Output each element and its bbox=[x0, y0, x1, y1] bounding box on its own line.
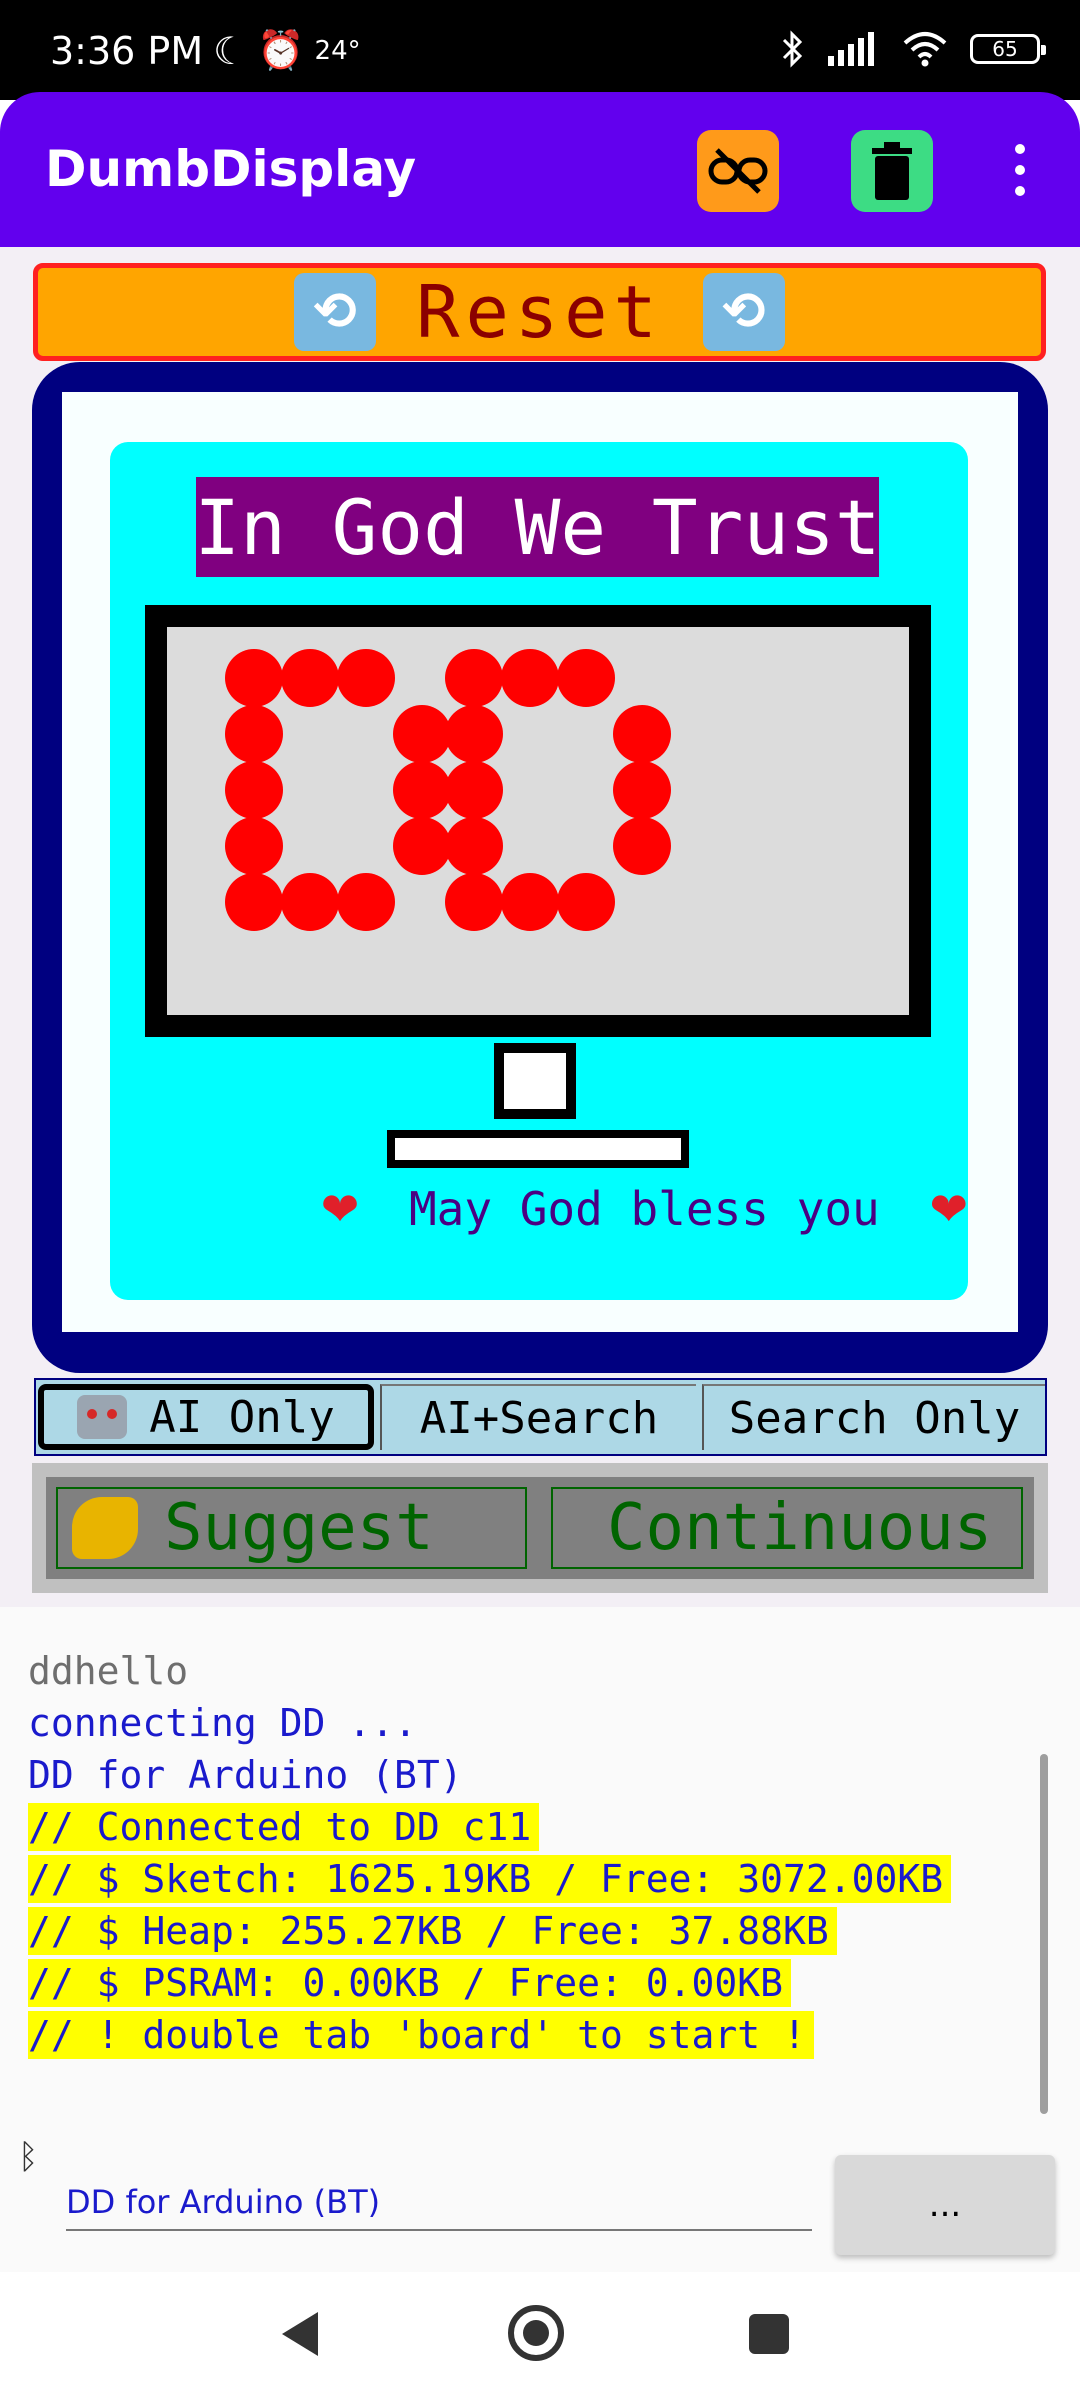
refresh-icon: ⟲ bbox=[702, 273, 785, 351]
led-dot bbox=[613, 761, 671, 819]
mode-ai-only[interactable]: AI Only bbox=[38, 1384, 374, 1450]
led-dot bbox=[557, 873, 615, 931]
log-line: // $ PSRAM: 0.00KB / Free: 0.00KB bbox=[28, 1959, 791, 2007]
reset-label: Reset bbox=[416, 270, 663, 354]
mode-search-only-label: Search Only bbox=[728, 1392, 1021, 1444]
input-row: ᛒ ... bbox=[0, 2127, 1080, 2272]
monitor-neck bbox=[494, 1043, 576, 1119]
recents-icon[interactable] bbox=[749, 2314, 789, 2354]
led-dot bbox=[281, 649, 339, 707]
continuous-label: Continuous bbox=[607, 1491, 993, 1565]
refresh-icon: ⟲ bbox=[294, 273, 377, 351]
app-title: DumbDisplay bbox=[45, 140, 417, 198]
led-dot bbox=[445, 649, 503, 707]
flexed-arm-icon bbox=[72, 1497, 138, 1559]
navigation-bar bbox=[0, 2272, 1080, 2400]
led-dot bbox=[225, 817, 283, 875]
log-line: // ! double tab 'board' to start ! bbox=[28, 2011, 814, 2059]
display-frame: In God We Trust ❤ May God bless you ❤ bbox=[32, 362, 1048, 1373]
connection-field[interactable] bbox=[66, 2175, 812, 2231]
display-frame-inner: In God We Trust ❤ May God bless you ❤ bbox=[62, 392, 1018, 1332]
led-dot bbox=[225, 649, 283, 707]
led-dot bbox=[445, 705, 503, 763]
blessing-text: May God bless you bbox=[408, 1182, 880, 1236]
mode-selector: AI Only AI+Search Search Only bbox=[34, 1378, 1047, 1456]
led-dot bbox=[613, 705, 671, 763]
mode-ai-search[interactable]: AI+Search bbox=[380, 1384, 696, 1450]
log-line: ddhello bbox=[28, 1649, 189, 1693]
blessing-line: ❤ May God bless you ❤ bbox=[110, 1182, 968, 1236]
home-icon[interactable] bbox=[508, 2305, 564, 2361]
led-dot bbox=[501, 649, 559, 707]
led-dot bbox=[393, 705, 451, 763]
app-bar: DumbDisplay bbox=[0, 92, 1080, 247]
led-dot bbox=[445, 817, 503, 875]
disconnect-link-button[interactable] bbox=[697, 130, 779, 212]
log-scrollbar[interactable] bbox=[1040, 1754, 1048, 2114]
clear-log-button[interactable] bbox=[851, 130, 933, 212]
log-line: connecting DD ... bbox=[28, 1701, 417, 1745]
suggest-button[interactable]: Suggest bbox=[56, 1487, 527, 1569]
link-off-icon bbox=[708, 148, 768, 194]
mode-search-only[interactable]: Search Only bbox=[702, 1384, 1045, 1450]
bluetooth-icon: ᛒ bbox=[18, 2137, 39, 2177]
led-dot bbox=[557, 649, 615, 707]
led-dot bbox=[225, 705, 283, 763]
led-dot bbox=[337, 873, 395, 931]
led-dot bbox=[225, 873, 283, 931]
banner-text: In God We Trust bbox=[194, 477, 881, 577]
overflow-menu-button[interactable] bbox=[1000, 144, 1040, 204]
led-dot bbox=[445, 873, 503, 931]
back-icon[interactable] bbox=[282, 2312, 318, 2356]
display-panel[interactable]: In God We Trust ❤ May God bless you ❤ bbox=[110, 442, 968, 1300]
led-dot bbox=[281, 873, 339, 931]
alarm-icon: ⏰ bbox=[257, 28, 305, 72]
wifi-icon bbox=[903, 32, 947, 67]
heart-icon: ❤ bbox=[929, 1182, 968, 1236]
led-dot bbox=[225, 761, 283, 819]
led-dot bbox=[501, 873, 559, 931]
battery-level: 65 bbox=[992, 37, 1018, 61]
robot-icon bbox=[77, 1395, 128, 1439]
bluetooth-icon bbox=[782, 30, 803, 68]
heart-icon: ❤ bbox=[320, 1182, 360, 1236]
status-time: 3:36 PM bbox=[50, 28, 204, 73]
led-dot bbox=[337, 649, 395, 707]
log-line: // $ Heap: 255.27KB / Free: 37.88KB bbox=[28, 1907, 837, 1955]
log-line: DD for Arduino (BT) bbox=[28, 1753, 463, 1797]
reset-button[interactable]: ⟲ Reset ⟲ bbox=[33, 263, 1046, 361]
led-dot bbox=[445, 761, 503, 819]
status-bar: 3:36 PM ☾ ⏰ 24° 65 bbox=[0, 0, 1080, 100]
moon-icon: ☾ bbox=[213, 28, 248, 73]
dd-canvas: ⟲ Reset ⟲ In God We Trust ❤ May God bles… bbox=[0, 247, 1080, 1607]
mode-ai-only-label: AI Only bbox=[149, 1391, 335, 1443]
status-left: 3:36 PM ☾ ⏰ 24° bbox=[50, 28, 361, 73]
monitor-base bbox=[387, 1130, 689, 1168]
led-dot bbox=[393, 761, 451, 819]
status-right: 65 bbox=[780, 30, 1046, 68]
more-button[interactable]: ... bbox=[835, 2155, 1055, 2255]
action-bar: Suggest Continuous bbox=[32, 1463, 1048, 1593]
led-dot bbox=[613, 817, 671, 875]
continuous-button[interactable]: Continuous bbox=[551, 1487, 1023, 1569]
led-screen bbox=[167, 627, 909, 1015]
signal-icon bbox=[828, 32, 874, 66]
log-area[interactable]: ddhello connecting DD ... DD for Arduino… bbox=[0, 1607, 1080, 2127]
trash-icon bbox=[872, 142, 912, 200]
log-line: // Connected to DD c11 bbox=[28, 1803, 540, 1851]
suggest-label: Suggest bbox=[164, 1491, 434, 1565]
battery-icon: 65 bbox=[970, 34, 1046, 64]
status-temperature: 24° bbox=[314, 35, 361, 66]
mode-ai-search-label: AI+Search bbox=[419, 1392, 659, 1444]
monitor-graphic bbox=[145, 605, 931, 1037]
log-line: // $ Sketch: 1625.19KB / Free: 3072.00KB bbox=[28, 1855, 952, 1903]
led-dot bbox=[393, 817, 451, 875]
